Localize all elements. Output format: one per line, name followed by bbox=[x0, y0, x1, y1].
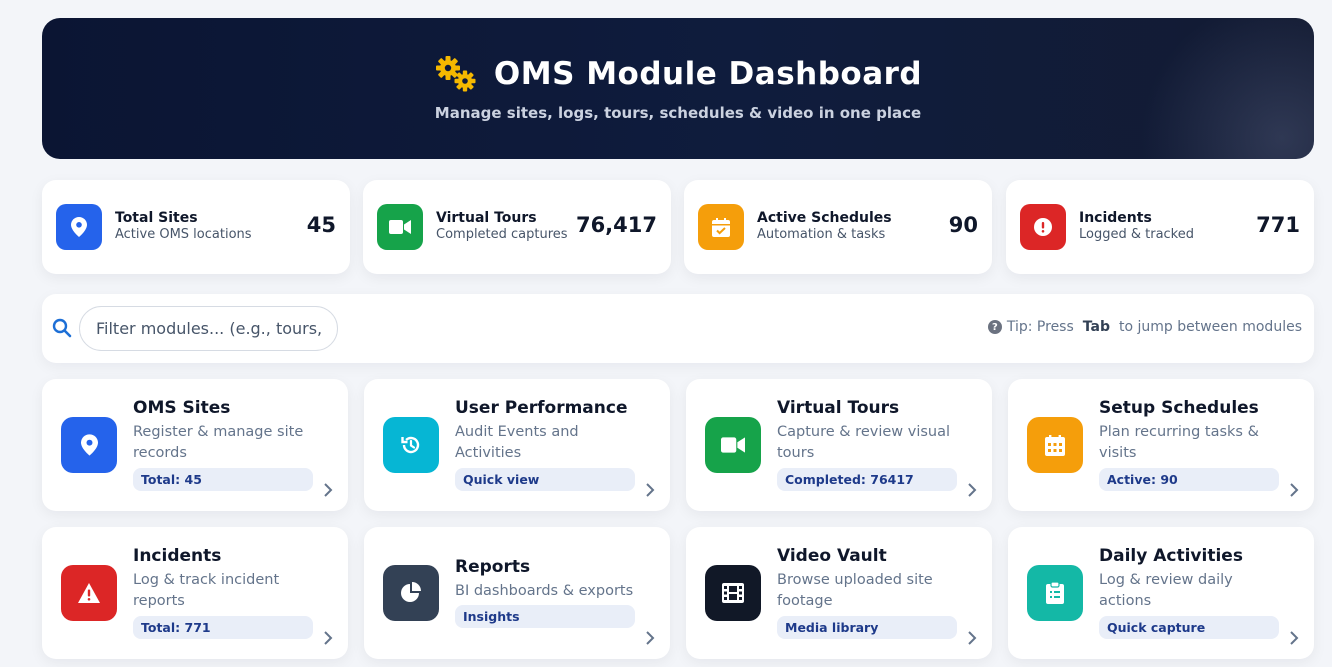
page-subtitle: Manage sites, logs, tours, schedules & v… bbox=[434, 104, 922, 122]
stat-title: Active Schedules bbox=[757, 210, 892, 226]
stat-card-total-sites: Total Sites Active OMS locations 45 bbox=[42, 180, 350, 274]
chevron-right-icon bbox=[1290, 631, 1299, 645]
stat-value: 76,417 bbox=[575, 213, 657, 237]
module-badge: Completed: 76417 bbox=[777, 468, 957, 491]
dashboard-header: OMS Module Dashboard Manage sites, logs,… bbox=[42, 18, 1314, 159]
chevron-right-icon bbox=[1290, 483, 1299, 497]
module-badge: Media library bbox=[777, 616, 957, 639]
module-title: Daily Activities bbox=[1099, 546, 1243, 566]
module-badge: Quick view bbox=[455, 468, 635, 491]
module-description: Log & review daily actions bbox=[1099, 572, 1233, 609]
stat-title: Virtual Tours bbox=[436, 210, 537, 226]
module-title: Video Vault bbox=[777, 546, 887, 566]
module-card-reports[interactable]: Reports BI dashboards & exports Insights bbox=[364, 527, 670, 659]
module-card-oms-sites[interactable]: OMS Sites Register & manage site records… bbox=[42, 379, 348, 511]
module-description: Audit Events and Activities bbox=[455, 424, 579, 461]
stat-value: 45 bbox=[306, 213, 336, 237]
module-badge: Total: 771 bbox=[133, 616, 313, 639]
module-badge: Active: 90 bbox=[1099, 468, 1279, 491]
gears-icon bbox=[435, 56, 476, 92]
module-card-incidents[interactable]: Incidents Log & track incident reports T… bbox=[42, 527, 348, 659]
module-card-virtual-tours[interactable]: Virtual Tours Capture & review visual to… bbox=[686, 379, 992, 511]
clipboard-list-icon bbox=[1027, 565, 1083, 621]
module-badge: Quick capture bbox=[1099, 616, 1279, 639]
stat-value: 90 bbox=[948, 213, 978, 237]
stat-card-virtual-tours: Virtual Tours Completed captures 76,417 bbox=[363, 180, 671, 274]
video-camera-icon bbox=[705, 417, 761, 473]
module-card-daily-activities[interactable]: Daily Activities Log & review daily acti… bbox=[1008, 527, 1314, 659]
module-card-user-performance[interactable]: User Performance Audit Events and Activi… bbox=[364, 379, 670, 511]
page-title: OMS Module Dashboard bbox=[493, 56, 923, 92]
calendar-grid-icon bbox=[1027, 417, 1083, 473]
location-pin-icon bbox=[61, 417, 117, 473]
stat-subtitle: Logged & tracked bbox=[1079, 227, 1194, 242]
module-badge: Insights bbox=[455, 605, 635, 628]
tip-key: Tab bbox=[1082, 319, 1110, 335]
stat-value: 771 bbox=[1256, 213, 1300, 237]
module-title: Reports bbox=[455, 557, 531, 577]
filter-bar: ? Tip: Press Tab to jump between modules bbox=[42, 294, 1314, 363]
chevron-right-icon bbox=[646, 483, 655, 497]
question-circle-icon: ? bbox=[987, 320, 1002, 334]
tip-prefix: Tip: Press bbox=[1006, 319, 1074, 335]
module-description: Log & track incident reports bbox=[133, 572, 280, 609]
stat-title: Total Sites bbox=[115, 210, 198, 226]
warning-triangle-icon bbox=[61, 565, 117, 621]
module-description: Plan recurring tasks & visits bbox=[1099, 424, 1259, 461]
module-description: Browse uploaded site footage bbox=[777, 572, 933, 609]
module-title: User Performance bbox=[455, 398, 628, 418]
module-title: Virtual Tours bbox=[777, 398, 900, 418]
calendar-check-icon bbox=[698, 204, 744, 250]
module-badge: Total: 45 bbox=[133, 468, 313, 491]
chevron-right-icon bbox=[324, 631, 333, 645]
module-title: Setup Schedules bbox=[1099, 398, 1259, 418]
pie-chart-icon bbox=[383, 565, 439, 621]
stat-subtitle: Completed captures bbox=[436, 227, 568, 242]
film-icon bbox=[705, 565, 761, 621]
module-description: BI dashboards & exports bbox=[455, 583, 634, 599]
alert-circle-icon bbox=[1020, 204, 1066, 250]
module-card-setup-schedules[interactable]: Setup Schedules Plan recurring tasks & v… bbox=[1008, 379, 1314, 511]
module-title: OMS Sites bbox=[133, 398, 231, 418]
stat-title: Incidents bbox=[1079, 210, 1152, 226]
chevron-right-icon bbox=[646, 631, 655, 645]
module-description: Register & manage site records bbox=[133, 424, 304, 461]
chevron-right-icon bbox=[324, 483, 333, 497]
stat-card-active-schedules: Active Schedules Automation & tasks 90 bbox=[684, 180, 992, 274]
stat-subtitle: Automation & tasks bbox=[757, 227, 886, 242]
filter-modules-input[interactable] bbox=[79, 306, 338, 351]
video-camera-icon bbox=[377, 204, 423, 250]
search-icon bbox=[52, 318, 72, 338]
module-title: Incidents bbox=[133, 546, 222, 566]
chevron-right-icon bbox=[968, 483, 977, 497]
location-pin-icon bbox=[56, 204, 102, 250]
stat-card-incidents: Incidents Logged & tracked 771 bbox=[1006, 180, 1314, 274]
chevron-right-icon bbox=[968, 631, 977, 645]
keyboard-tip: ? Tip: Press Tab to jump between modules bbox=[987, 319, 1302, 335]
module-description: Capture & review visual tours bbox=[777, 424, 951, 461]
module-card-video-vault[interactable]: Video Vault Browse uploaded site footage… bbox=[686, 527, 992, 659]
history-icon bbox=[383, 417, 439, 473]
tip-suffix: to jump between modules bbox=[1119, 319, 1302, 335]
stat-subtitle: Active OMS locations bbox=[115, 227, 252, 242]
